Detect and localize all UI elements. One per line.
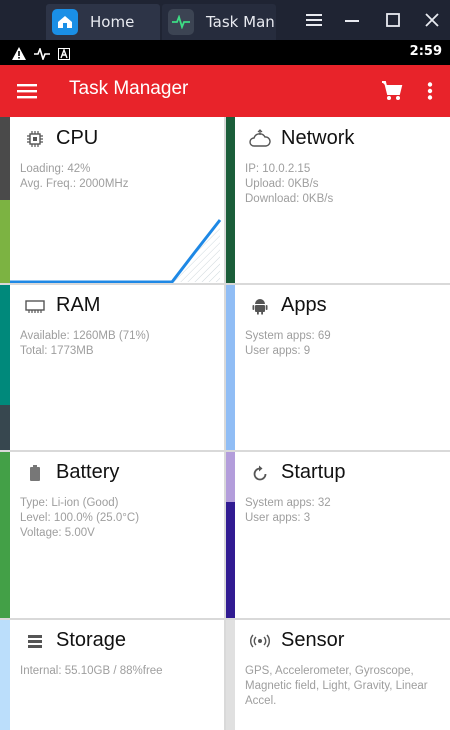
- card-network[interactable]: Network IP: 10.0.2.15 Upload: 0KB/s Down…: [225, 117, 450, 284]
- battery-voltage: Voltage: 5.00V: [20, 527, 95, 539]
- cpu-usage-graph: [10, 219, 222, 284]
- network-title: Network: [281, 127, 355, 149]
- card-cpu[interactable]: CPU Loading: 42% Avg. Freq.: 2000MHz: [0, 117, 225, 284]
- storage-internal: Internal: 55.10GB / 88%free: [20, 665, 163, 677]
- ram-total: Total: 1773MB: [20, 345, 94, 357]
- cpu-title: CPU: [56, 127, 99, 149]
- card-apps[interactable]: Apps System apps: 69 User apps: 9: [225, 284, 450, 451]
- grid-divider-3: [0, 618, 450, 620]
- tab-home[interactable]: Home: [46, 4, 160, 40]
- ram-available: Available: 1260MB (71%): [20, 330, 150, 342]
- cpu-chip-icon: [24, 128, 46, 150]
- card-ram[interactable]: RAM Available: 1260MB (71%) Total: 1773M…: [0, 284, 225, 451]
- close-icon[interactable]: [420, 8, 444, 32]
- app-toolbar: Task Manager: [0, 65, 450, 117]
- card-storage[interactable]: Storage Internal: 55.10GB / 88%free: [0, 619, 225, 730]
- more-options-icon[interactable]: [420, 79, 440, 103]
- apps-user: User apps: 9: [245, 345, 311, 357]
- storage-list-icon: [24, 630, 46, 652]
- cpu-avg-freq: Avg. Freq.: 2000MHz: [20, 178, 129, 190]
- tab-task-manager[interactable]: Task Man: [162, 4, 276, 40]
- startup-border: [225, 451, 235, 619]
- sensor-list-line-2: Magnetic field, Light, Gravity, Linear: [245, 680, 428, 692]
- network-border: [225, 117, 235, 284]
- status-bar: 2:59: [0, 40, 450, 65]
- sensor-list-line-3: Accel.: [245, 695, 277, 707]
- minimize-icon[interactable]: [340, 8, 364, 32]
- card-battery[interactable]: Battery Type: Li-ion (Good) Level: 100.0…: [0, 451, 225, 619]
- network-ip: IP: 10.0.2.15: [245, 163, 311, 175]
- ram-border: [0, 284, 10, 451]
- emulator-title-bar: Home Task Man: [0, 0, 450, 40]
- grid-divider-2: [0, 450, 450, 452]
- battery-icon: [24, 462, 46, 484]
- warning-icon: [12, 45, 26, 64]
- battery-type: Type: Li-ion (Good): [20, 497, 119, 509]
- grid-divider-1: [0, 283, 450, 285]
- card-startup[interactable]: Startup System apps: 32 User apps: 3: [225, 451, 450, 619]
- grid-divider-vertical: [224, 117, 226, 730]
- maximize-icon[interactable]: [381, 8, 405, 32]
- cpu-border: [0, 117, 10, 284]
- battery-level: Level: 100.0% (25.0°C): [20, 512, 140, 524]
- cart-icon[interactable]: [380, 79, 404, 103]
- ram-title: RAM: [56, 294, 101, 316]
- sensor-waves-icon: [249, 630, 271, 652]
- sensor-border: [225, 619, 235, 730]
- card-sensor[interactable]: Sensor GPS, Accelerometer, Gyroscope, Ma…: [225, 619, 450, 730]
- page-title: Task Manager: [69, 78, 189, 99]
- font-icon: [58, 45, 70, 64]
- storage-border: [0, 619, 10, 730]
- apps-title: Apps: [281, 294, 327, 316]
- sensor-title: Sensor: [281, 629, 345, 651]
- battery-border: [0, 451, 10, 619]
- network-download: Download: 0KB/s: [245, 193, 334, 205]
- tab-task-manager-label: Task Man: [206, 13, 275, 31]
- hamburger-menu-icon[interactable]: [302, 8, 326, 32]
- home-icon: [52, 9, 78, 35]
- sensor-list-line-1: GPS, Accelerometer, Gyroscope,: [245, 665, 414, 677]
- android-icon: [249, 295, 271, 317]
- startup-title: Startup: [281, 461, 346, 483]
- startup-system: System apps: 32: [245, 497, 331, 509]
- startup-user: User apps: 3: [245, 512, 311, 524]
- battery-title: Battery: [56, 461, 120, 483]
- pulse-icon: [168, 9, 194, 35]
- cloud-network-icon: [249, 128, 271, 150]
- cpu-loading: Loading: 42%: [20, 163, 91, 175]
- activity-icon: [34, 45, 50, 64]
- menu-icon[interactable]: [14, 79, 40, 103]
- dashboard-grid: CPU Loading: 42% Avg. Freq.: 2000MHz Net…: [0, 117, 450, 730]
- memory-chip-icon: [24, 295, 46, 317]
- apps-border: [225, 284, 235, 451]
- tab-home-label: Home: [90, 13, 135, 31]
- apps-system: System apps: 69: [245, 330, 331, 342]
- storage-title: Storage: [56, 629, 127, 651]
- restart-icon: [249, 462, 271, 484]
- network-upload: Upload: 0KB/s: [245, 178, 319, 190]
- clock: 2:59: [409, 44, 442, 59]
